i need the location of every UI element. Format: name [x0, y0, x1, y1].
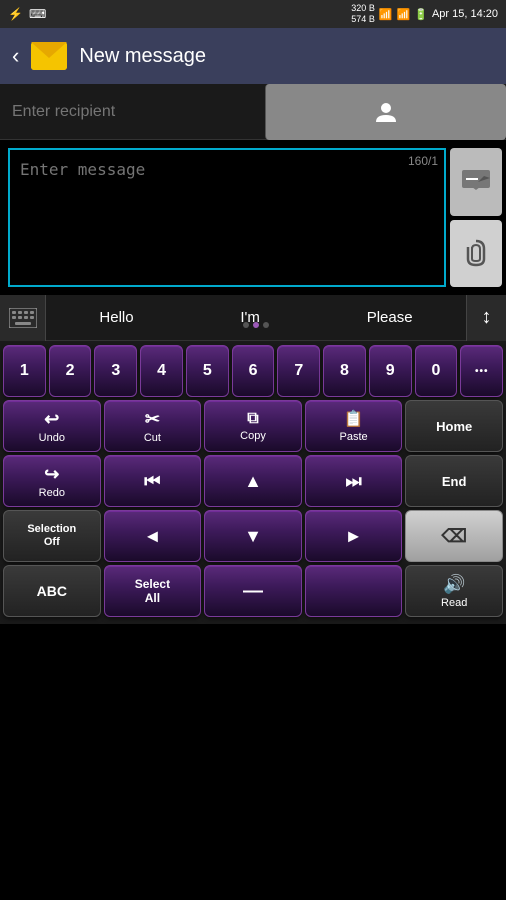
- paste-key[interactable]: 📋 Paste: [305, 400, 403, 452]
- dot-2: [253, 322, 259, 328]
- action-row-2: ↪ Redo ⏮ ▲ ⏭ End: [3, 455, 503, 507]
- read-key[interactable]: 🔊 Read: [405, 565, 503, 617]
- message-actions: [446, 140, 506, 295]
- keyboard-toggle-button[interactable]: [0, 295, 46, 341]
- recipient-area: [0, 84, 506, 140]
- end-key[interactable]: End: [405, 455, 503, 507]
- status-bar: ⚡ ⌨ 320 B 574 B 📶 📶 🔋 Apr 15, 14:20: [0, 0, 506, 28]
- key-3[interactable]: 3: [94, 345, 137, 397]
- key-0[interactable]: 0: [415, 345, 458, 397]
- key-7[interactable]: 7: [277, 345, 320, 397]
- message-input[interactable]: [10, 150, 444, 285]
- redo-key[interactable]: ↪ Redo: [3, 455, 101, 507]
- compose-area: 160/1: [0, 140, 506, 295]
- keyboard-icon: ⌨: [29, 7, 46, 21]
- select-all-key[interactable]: Select All: [104, 565, 202, 617]
- copy-key[interactable]: ⧉ Copy: [204, 400, 302, 452]
- blank-key[interactable]: [305, 565, 403, 617]
- action-row-3: Selection Off ◄ ▼ ► ⌫: [3, 510, 503, 562]
- usb-icon: ⚡: [8, 7, 23, 21]
- battery-icon: 🔋: [414, 8, 428, 21]
- key-8[interactable]: 8: [323, 345, 366, 397]
- message-input-wrapper: 160/1: [8, 148, 446, 287]
- dot-1: [243, 322, 249, 328]
- suggestions-bar: Hello I'm Please ↕: [0, 295, 506, 341]
- wifi-icon: 📶: [379, 8, 393, 21]
- char-count: 160/1: [408, 154, 438, 168]
- attach-button[interactable]: [450, 220, 502, 288]
- key-6[interactable]: 6: [232, 345, 275, 397]
- suggestion-hello[interactable]: Hello: [89, 305, 143, 330]
- backspace-key[interactable]: ⌫: [405, 510, 503, 562]
- key-1[interactable]: 1: [3, 345, 46, 397]
- suggestions-expand-button[interactable]: ↕: [466, 295, 506, 341]
- selection-off-key[interactable]: Selection Off: [3, 510, 101, 562]
- key-5[interactable]: 5: [186, 345, 229, 397]
- action-row-1: ↩ Undo ✂ Cut ⧉ Copy 📋 Paste Home: [3, 400, 503, 452]
- app-header: ‹ New message: [0, 28, 506, 84]
- skip-back-key[interactable]: ⏮: [104, 455, 202, 507]
- recipient-contacts-button[interactable]: [265, 84, 506, 140]
- dot-3: [263, 322, 269, 328]
- status-left-icons: ⚡ ⌨: [8, 7, 46, 21]
- suggestion-please[interactable]: Please: [357, 305, 423, 330]
- undo-key[interactable]: ↩ Undo: [3, 400, 101, 452]
- recipient-input[interactable]: [0, 84, 265, 139]
- mail-app-icon: [31, 42, 67, 70]
- down-key[interactable]: ▼: [204, 510, 302, 562]
- action-row-4: ABC Select All — 🔊 Read: [3, 565, 503, 617]
- send-button[interactable]: [450, 148, 502, 216]
- left-key[interactable]: ◄: [104, 510, 202, 562]
- suggestion-page-dots: [243, 322, 269, 328]
- suggestions-list: Hello I'm Please: [46, 305, 466, 330]
- signal-icon: 📶: [397, 8, 411, 21]
- right-key[interactable]: ►: [305, 510, 403, 562]
- key-dots[interactable]: •••: [460, 345, 503, 397]
- data-speeds: 320 B 574 B: [351, 3, 375, 25]
- status-right-info: 320 B 574 B 📶 📶 🔋 Apr 15, 14:20: [351, 3, 498, 25]
- key-2[interactable]: 2: [49, 345, 92, 397]
- cut-key[interactable]: ✂ Cut: [104, 400, 202, 452]
- number-row: 1 2 3 4 5 6 7 8 9 0 •••: [3, 345, 503, 397]
- underscore-key[interactable]: —: [204, 565, 302, 617]
- back-button[interactable]: ‹: [12, 43, 19, 69]
- key-4[interactable]: 4: [140, 345, 183, 397]
- time-display: Apr 15, 14:20: [432, 8, 498, 20]
- home-key[interactable]: Home: [405, 400, 503, 452]
- up-key[interactable]: ▲: [204, 455, 302, 507]
- key-9[interactable]: 9: [369, 345, 412, 397]
- keyboard: 1 2 3 4 5 6 7 8 9 0 ••• ↩ Undo ✂ Cut ⧉ C…: [0, 341, 506, 624]
- page-title: New message: [79, 45, 206, 68]
- skip-forward-key[interactable]: ⏭: [305, 455, 403, 507]
- abc-key[interactable]: ABC: [3, 565, 101, 617]
